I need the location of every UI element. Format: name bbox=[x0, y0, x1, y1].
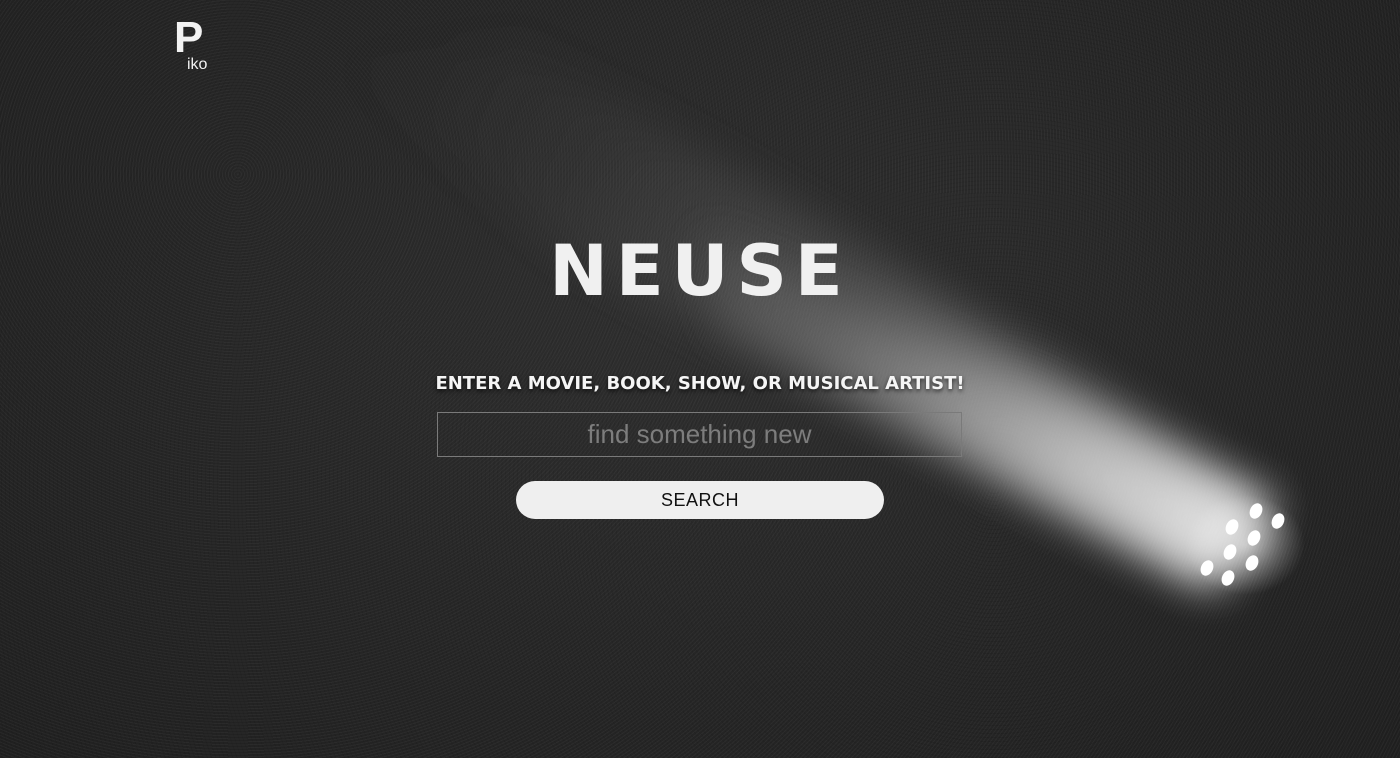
search-prompt: ENTER A MOVIE, BOOK, SHOW, OR MUSICAL AR… bbox=[435, 373, 965, 394]
landing-page: P iko NEUSE ENTER A MOVIE, BOOK, SHOW, O… bbox=[0, 0, 1400, 758]
search-input[interactable] bbox=[437, 412, 962, 457]
stage-light-icon bbox=[1200, 503, 1285, 586]
logo-mark: P bbox=[174, 13, 204, 62]
brand-logo[interactable]: P iko bbox=[174, 16, 216, 78]
search-button[interactable]: SEARCH bbox=[516, 481, 884, 519]
logo-subtext: iko bbox=[187, 56, 208, 73]
page-title: NEUSE bbox=[549, 230, 851, 312]
